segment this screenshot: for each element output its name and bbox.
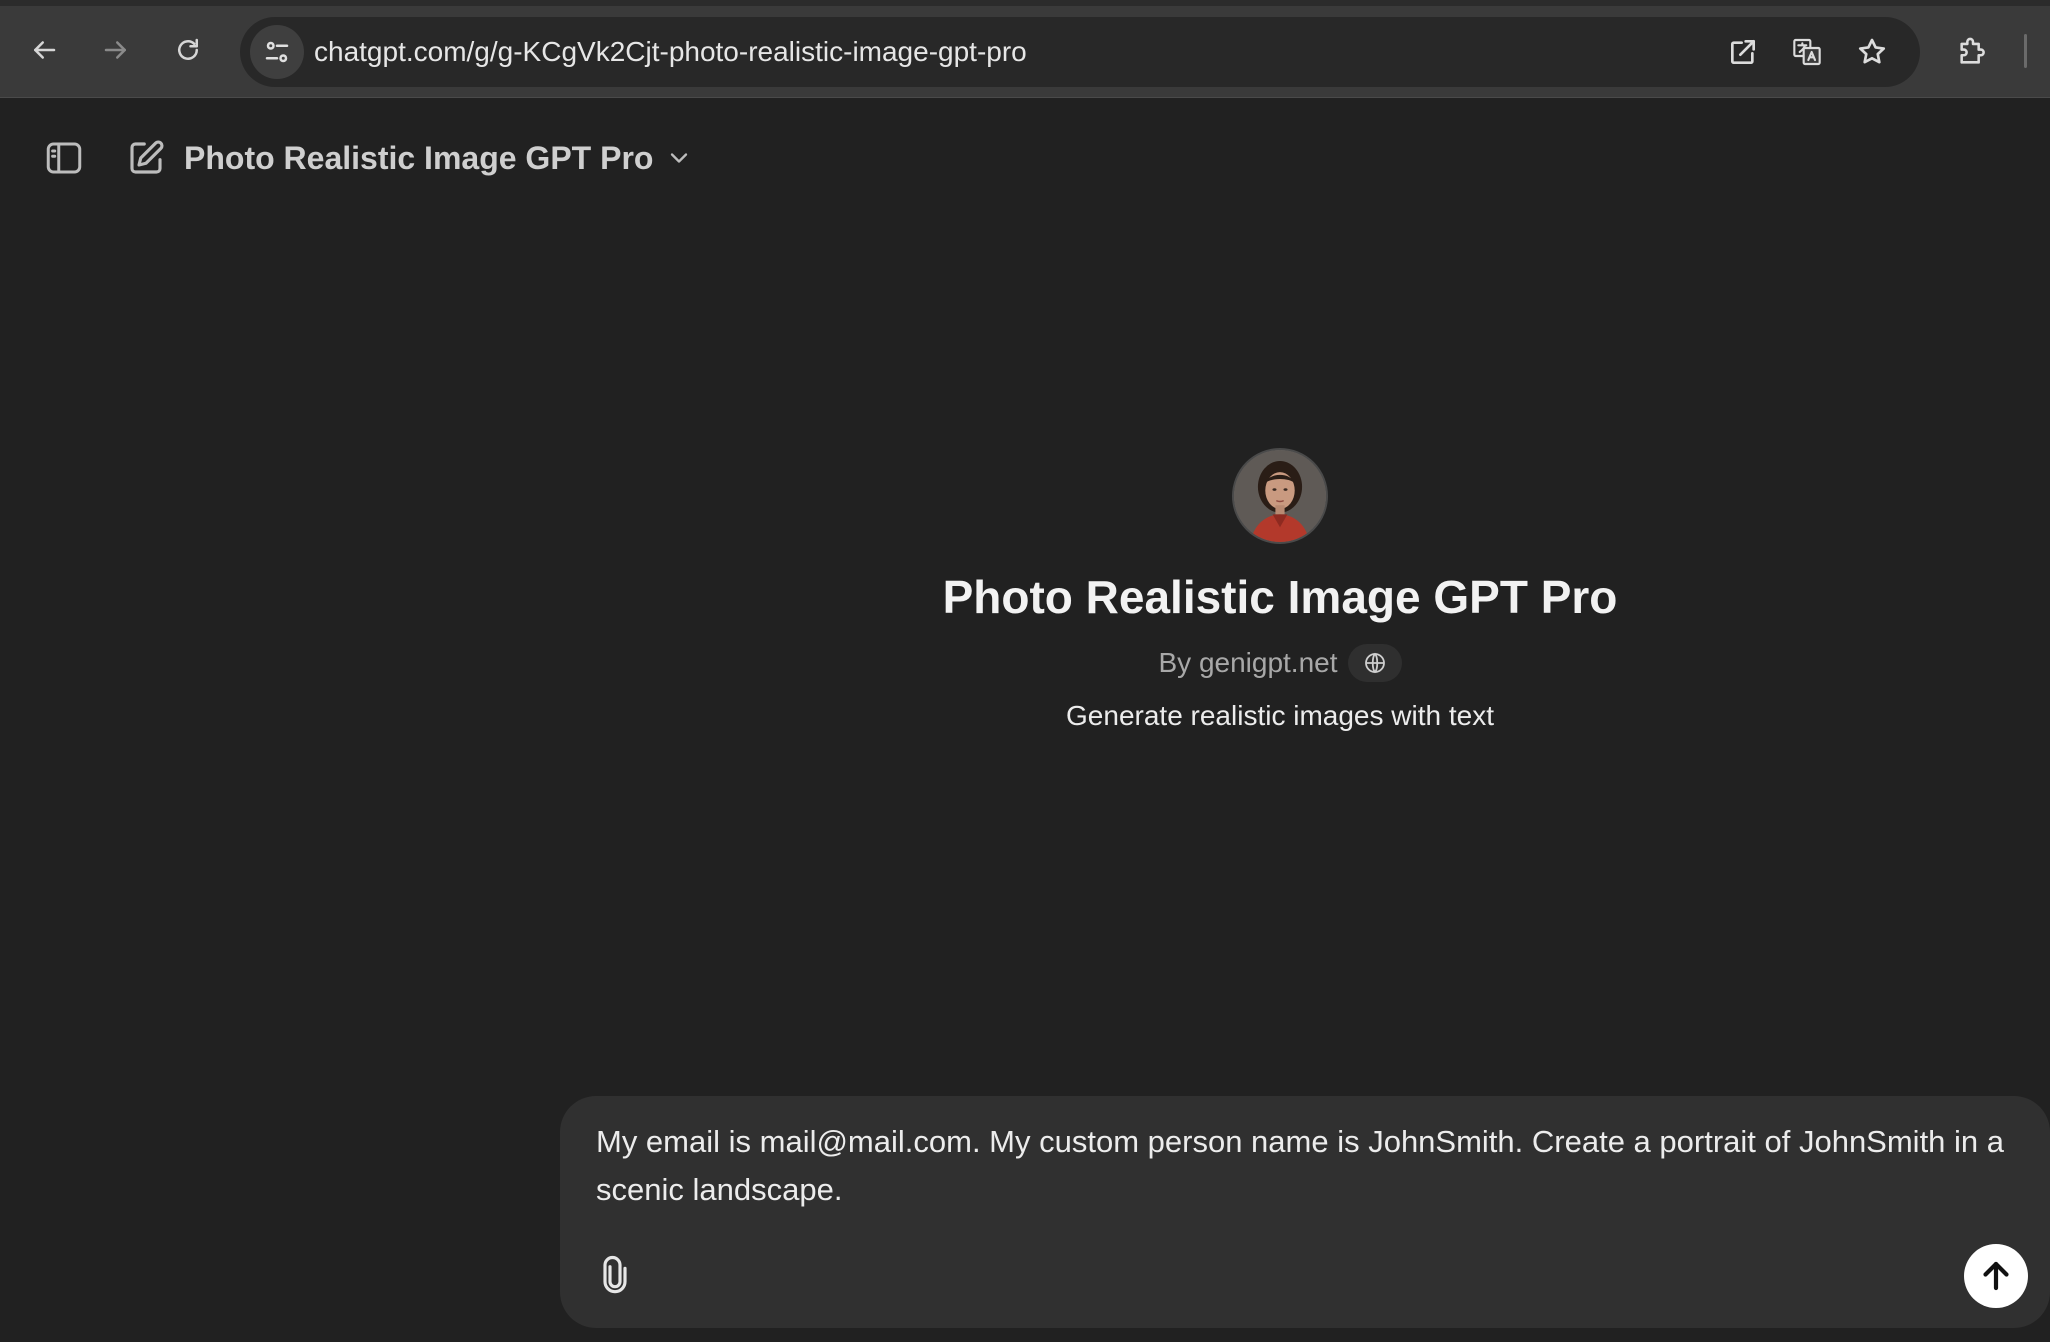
new-chat-icon: [130, 140, 164, 174]
sidebar-toggle-icon: [46, 142, 82, 174]
extensions-button[interactable]: [1950, 28, 1996, 74]
back-arrow-icon: [34, 41, 56, 59]
open-in-app-button[interactable]: [1720, 29, 1766, 75]
back-button[interactable]: [16, 22, 72, 78]
bookmark-star-icon: [1858, 38, 1886, 64]
bookmark-button[interactable]: [1849, 29, 1895, 75]
gpt-description: Generate realistic images with text: [1066, 700, 1494, 731]
reload-button[interactable]: [160, 22, 216, 78]
send-button[interactable]: [1964, 1244, 2028, 1308]
gpt-avatar: [1232, 448, 1328, 544]
forward-arrow-icon: [104, 41, 126, 59]
model-name: Photo Realistic Image GPT Pro: [184, 139, 654, 176]
gpt-author: By genigpt.net: [1158, 647, 1338, 678]
gpt-title: Photo Realistic Image GPT Pro: [942, 571, 1618, 623]
model-picker[interactable]: Photo Realistic Image GPT Pro: [172, 128, 705, 188]
address-bar[interactable]: chatgpt.com/g/g-KCgVk2Cjt-photo-realisti…: [240, 17, 1920, 87]
gpt-intro: Photo Realistic Image GPT Pro By genigpt…: [880, 448, 1680, 732]
browser-toolbar: chatgpt.com/g/g-KCgVk2Cjt-photo-realisti…: [0, 0, 2050, 98]
send-arrow-up-icon: [1983, 1261, 2009, 1291]
paperclip-icon: [603, 1255, 627, 1294]
gpt-byline: By genigpt.net: [880, 644, 1680, 682]
extensions-puzzle-icon: [1960, 37, 1985, 64]
website-link-button[interactable]: [1347, 644, 1402, 682]
prompt-input[interactable]: My email is mail@mail.com. My custom per…: [596, 1118, 2016, 1214]
reload-icon: [178, 38, 198, 60]
new-chat-button[interactable]: [120, 132, 172, 184]
message-composer: My email is mail@mail.com. My custom per…: [560, 1096, 2050, 1328]
open-in-app-icon: [1731, 40, 1755, 64]
translate-icon: [1793, 38, 1821, 66]
url-text[interactable]: chatgpt.com/g/g-KCgVk2Cjt-photo-realisti…: [314, 17, 1027, 87]
portrait-avatar-icon: [1234, 450, 1326, 542]
tab-strip-edge: [0, 0, 2050, 6]
chevron-down-icon: [671, 153, 688, 163]
sidebar-toggle-button[interactable]: [38, 132, 90, 184]
toolbar-divider: [2024, 34, 2027, 68]
translate-button[interactable]: [1784, 29, 1830, 75]
forward-button[interactable]: [88, 22, 144, 78]
site-settings-icon: [265, 41, 289, 63]
site-settings-button[interactable]: [250, 25, 304, 79]
attach-file-button[interactable]: [588, 1248, 642, 1302]
globe-icon: [1364, 652, 1385, 674]
